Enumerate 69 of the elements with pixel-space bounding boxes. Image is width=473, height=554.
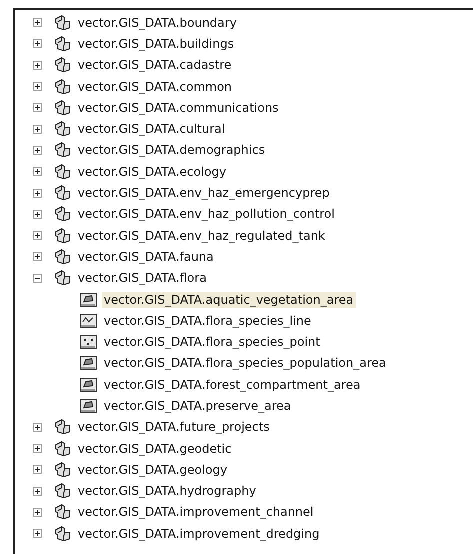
tree-item-label[interactable]: vector.GIS_DATA.env_haz_emergencyprep — [76, 185, 332, 202]
point-layer-icon — [80, 335, 97, 350]
collapse-icon[interactable] — [33, 274, 42, 283]
dataset-icon — [54, 57, 72, 74]
polygon-layer-icon — [80, 292, 97, 306]
tree-item-label[interactable]: vector.GIS_DATA.common — [76, 78, 234, 95]
expand-icon[interactable] — [33, 60, 42, 70]
polygon-layer-icon — [80, 398, 97, 413]
polygon-layer-icon — [80, 356, 97, 370]
tree-item-label[interactable]: vector.GIS_DATA.future_projects — [76, 419, 272, 436]
dataset-icon — [54, 270, 72, 286]
dataset-icon — [54, 100, 72, 116]
tree-item-label[interactable]: vector.GIS_DATA.fauna — [76, 248, 216, 265]
tree-item-label[interactable]: vector.GIS_DATA.flora_species_population_area — [102, 355, 388, 372]
dataset-icon — [54, 206, 72, 222]
tree-item-label[interactable]: vector.GIS_DATA.hydrography — [76, 483, 258, 500]
expand-icon[interactable] — [33, 444, 42, 454]
expand-icon[interactable] — [33, 529, 42, 538]
expand-icon[interactable] — [33, 103, 42, 112]
expand-icon[interactable] — [33, 465, 42, 474]
tree-item-label[interactable]: vector.GIS_DATA.buildings — [76, 36, 236, 52]
expand-icon[interactable] — [33, 146, 42, 155]
expand-icon[interactable] — [33, 82, 42, 92]
dataset-icon — [54, 248, 72, 265]
tree-item-label[interactable]: vector.GIS_DATA.env_haz_regulated_tank — [76, 228, 328, 244]
dataset-icon — [54, 483, 72, 500]
tree-item-label[interactable]: vector.GIS_DATA.forest_compartment_area — [102, 376, 363, 393]
dataset-icon — [54, 462, 72, 478]
expand-icon[interactable] — [33, 252, 42, 262]
dataset-icon — [54, 78, 72, 95]
expand-icon[interactable] — [33, 231, 42, 240]
dataset-icon — [54, 526, 72, 542]
expand-icon[interactable] — [33, 210, 42, 219]
expand-icon[interactable] — [33, 167, 42, 176]
tree-item-label[interactable]: vector.GIS_DATA.cadastre — [76, 57, 234, 74]
line-layer-icon — [80, 314, 97, 328]
tree-item-label[interactable]: vector.GIS_DATA.communications — [76, 100, 281, 116]
tree-item-label[interactable]: vector.GIS_DATA.env_haz_pollution_control — [76, 206, 337, 222]
dataset-icon — [54, 440, 72, 457]
tree-item-label[interactable]: vector.GIS_DATA.flora — [76, 270, 209, 286]
polygon-layer-icon — [80, 378, 97, 392]
dataset-icon — [54, 228, 72, 244]
expand-icon[interactable] — [33, 124, 42, 134]
tree-item-label[interactable]: vector.GIS_DATA.flora_species_point — [102, 334, 322, 350]
dataset-icon — [54, 36, 72, 52]
dataset-icon — [54, 504, 72, 520]
dataset-icon — [54, 14, 72, 31]
dataset-icon — [54, 121, 72, 138]
dataset-icon — [54, 185, 72, 202]
tree-item-label[interactable]: vector.GIS_DATA.aquatic_vegetation_area — [102, 292, 356, 308]
expand-icon[interactable] — [33, 508, 42, 517]
tree-item-label[interactable]: vector.GIS_DATA.geology — [76, 462, 230, 478]
dataset-icon — [54, 164, 72, 180]
dataset-icon — [54, 419, 72, 436]
tree-item-label[interactable]: vector.GIS_DATA.cultural — [76, 121, 228, 138]
expand-icon[interactable] — [33, 188, 42, 198]
tree-item-label[interactable]: vector.GIS_DATA.geodetic — [76, 440, 234, 457]
tree-item-label[interactable]: vector.GIS_DATA.ecology — [76, 164, 228, 180]
expand-icon[interactable] — [33, 422, 42, 432]
tree-item-label[interactable]: vector.GIS_DATA.demographics — [76, 142, 268, 158]
expand-icon[interactable] — [33, 18, 42, 28]
tree-item-label[interactable]: vector.GIS_DATA.preserve_area — [102, 398, 294, 414]
dataset-icon — [54, 142, 72, 158]
tree-item-label[interactable]: vector.GIS_DATA.flora_species_line — [102, 312, 314, 329]
expand-icon[interactable] — [33, 486, 42, 496]
tree-item-label[interactable]: vector.GIS_DATA.boundary — [76, 14, 239, 31]
tree-item-label[interactable]: vector.GIS_DATA.improvement_channel — [76, 504, 316, 520]
tree-item-label[interactable]: vector.GIS_DATA.improvement_dredging — [76, 526, 322, 542]
expand-icon[interactable] — [33, 39, 42, 48]
